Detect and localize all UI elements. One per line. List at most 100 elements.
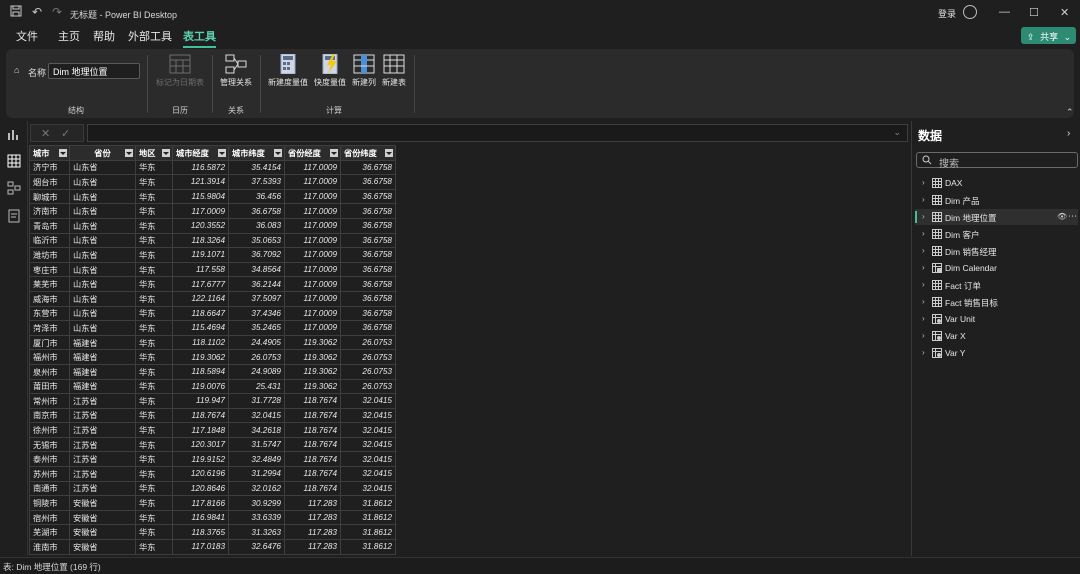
filter-dropdown-icon[interactable] — [385, 149, 393, 157]
table-cell[interactable]: 119.9152 — [172, 451, 229, 468]
table-cell[interactable]: 118.5894 — [172, 363, 229, 380]
table-cell[interactable]: 枣庄市 — [29, 261, 70, 278]
field-list-item[interactable]: › Fact 订单 — [915, 277, 1078, 293]
table-cell[interactable]: 华东 — [135, 393, 173, 409]
table-cell[interactable]: 华东 — [135, 480, 173, 497]
table-cell[interactable]: 122.1164 — [172, 290, 229, 307]
table-cell[interactable]: 华东 — [135, 261, 173, 278]
table-cell[interactable]: 36.6758 — [228, 203, 285, 219]
new-column-button[interactable]: 新建列 — [349, 54, 379, 88]
table-cell[interactable]: 江苏省 — [69, 393, 136, 409]
table-cell[interactable]: 福建省 — [69, 349, 136, 365]
table-cell[interactable]: 36.6758 — [340, 174, 396, 190]
table-cell[interactable]: 26.0753 — [340, 378, 396, 395]
table-cell[interactable]: 华东 — [135, 203, 173, 219]
table-cell[interactable]: 江苏省 — [69, 422, 136, 438]
maximize-icon[interactable]: ☐ — [1029, 6, 1039, 19]
table-cell[interactable]: 江苏省 — [69, 480, 136, 497]
column-header[interactable]: 城市经度 — [172, 145, 229, 161]
chevron-right-icon[interactable]: › — [922, 178, 925, 187]
table-cell[interactable]: 33.6339 — [228, 509, 285, 526]
table-cell[interactable]: 24.9089 — [228, 363, 285, 380]
filter-dropdown-icon[interactable] — [125, 149, 133, 157]
table-cell[interactable]: 32.0415 — [340, 436, 396, 453]
table-cell[interactable]: 24.4905 — [228, 334, 285, 351]
table-cell[interactable]: 117.283 — [284, 509, 341, 526]
table-cell[interactable]: 31.8612 — [340, 539, 396, 555]
table-cell[interactable]: 119.0076 — [172, 378, 229, 395]
table-cell[interactable]: 36.083 — [228, 217, 285, 234]
menu-table-tools[interactable]: 表工具 — [183, 28, 216, 48]
table-cell[interactable]: 江苏省 — [69, 466, 136, 482]
minimize-icon[interactable]: — — [999, 6, 1010, 18]
table-row[interactable]: 厦门市 福建省 华东 118.1102 24.4905 119.3062 26.0753 — [29, 334, 396, 351]
table-cell[interactable]: 117.0183 — [172, 539, 229, 555]
table-cell[interactable]: 36.6758 — [340, 261, 396, 278]
table-cell[interactable]: 118.7674 — [284, 466, 341, 482]
table-row[interactable]: 徐州市 江苏省 华东 117.1848 34.2618 118.7674 32.0415 — [29, 422, 396, 438]
login-link[interactable]: 登录 — [938, 7, 956, 20]
table-row[interactable]: 威海市 山东省 华东 122.1164 37.5097 117.0009 36.6758 — [29, 290, 396, 307]
table-cell[interactable]: 潍坊市 — [29, 247, 70, 263]
table-cell[interactable]: 118.7674 — [284, 480, 341, 497]
table-cell[interactable]: 济宁市 — [29, 159, 70, 176]
table-cell[interactable]: 117.0009 — [172, 203, 229, 219]
table-cell[interactable]: 120.3017 — [172, 436, 229, 453]
table-row[interactable]: 淮南市 安徽省 华东 117.0183 32.6476 117.283 31.8612 — [29, 539, 396, 555]
table-cell[interactable]: 117.0009 — [284, 261, 341, 278]
table-row[interactable]: 烟台市 山东省 华东 121.3914 37.5393 117.0009 36.6758 — [29, 174, 396, 190]
table-cell[interactable]: 117.6777 — [172, 276, 229, 292]
table-cell[interactable]: 36.2144 — [228, 276, 285, 292]
table-cell[interactable]: 淮南市 — [29, 539, 70, 555]
table-cell[interactable]: 119.3062 — [284, 334, 341, 351]
table-row[interactable]: 菏泽市 山东省 华东 115.4694 35.2465 117.0009 36.6758 — [29, 320, 396, 336]
table-cell[interactable]: 26.0753 — [228, 349, 285, 365]
table-cell[interactable]: 119.947 — [172, 393, 229, 409]
filter-dropdown-icon[interactable] — [218, 149, 226, 157]
table-cell[interactable]: 华东 — [135, 232, 173, 249]
table-cell[interactable]: 华东 — [135, 422, 173, 438]
field-list-item[interactable]: › DAX — [915, 175, 1078, 191]
table-cell[interactable]: 铜陵市 — [29, 495, 70, 511]
table-cell[interactable]: 安徽省 — [69, 509, 136, 526]
column-header[interactable]: 省份经度 — [284, 145, 341, 161]
table-cell[interactable]: 37.4346 — [228, 305, 285, 322]
table-cell[interactable]: 福州市 — [29, 349, 70, 365]
table-cell[interactable]: 118.7674 — [284, 407, 341, 424]
field-list-item[interactable]: › Var X — [915, 328, 1078, 344]
table-cell[interactable]: 临沂市 — [29, 232, 70, 249]
table-cell[interactable]: 34.2618 — [228, 422, 285, 438]
table-row[interactable]: 莆田市 福建省 华东 119.0076 25.431 119.3062 26.0753 — [29, 378, 396, 395]
table-cell[interactable]: 120.3552 — [172, 217, 229, 234]
table-cell[interactable]: 118.7674 — [172, 407, 229, 424]
table-row[interactable]: 泉州市 福建省 华东 118.5894 24.9089 119.3062 26.0753 — [29, 363, 396, 380]
table-cell[interactable]: 华东 — [135, 509, 173, 526]
table-cell[interactable]: 36.6758 — [340, 305, 396, 322]
table-cell[interactable]: 山东省 — [69, 247, 136, 263]
table-cell[interactable]: 南京市 — [29, 407, 70, 424]
table-row[interactable]: 南京市 江苏省 华东 118.7674 32.0415 118.7674 32.0415 — [29, 407, 396, 424]
table-cell[interactable]: 烟台市 — [29, 174, 70, 190]
table-cell[interactable]: 华东 — [135, 539, 173, 555]
table-cell[interactable]: 东营市 — [29, 305, 70, 322]
table-row[interactable]: 莱芜市 山东省 华东 117.6777 36.2144 117.0009 36.6758 — [29, 276, 396, 292]
column-header[interactable]: 地区 — [135, 145, 173, 161]
table-cell[interactable]: 32.0415 — [340, 480, 396, 497]
table-cell[interactable]: 32.0415 — [340, 422, 396, 438]
table-cell[interactable]: 常州市 — [29, 393, 70, 409]
table-view-icon[interactable] — [7, 154, 21, 168]
table-cell[interactable]: 36.6758 — [340, 290, 396, 307]
table-row[interactable]: 临沂市 山东省 华东 118.3264 35.0653 117.0009 36.6758 — [29, 232, 396, 249]
column-header[interactable]: 城市纬度 — [228, 145, 285, 161]
menu-file[interactable]: 文件 — [16, 28, 38, 44]
table-cell[interactable]: 117.0009 — [284, 203, 341, 219]
table-cell[interactable]: 山东省 — [69, 276, 136, 292]
field-list-item[interactable]: › Var Y — [915, 345, 1078, 361]
table-cell[interactable]: 山东省 — [69, 203, 136, 219]
manage-relationships-button[interactable]: 管理关系 — [216, 54, 256, 88]
table-cell[interactable]: 31.7728 — [228, 393, 285, 409]
table-row[interactable]: 常州市 江苏省 华东 119.947 31.7728 118.7674 32.0415 — [29, 393, 396, 409]
new-table-button[interactable]: 新建表 — [379, 54, 409, 88]
table-row[interactable]: 潍坊市 山东省 华东 119.1071 36.7092 117.0009 36.6758 — [29, 247, 396, 263]
table-cell[interactable]: 31.8612 — [340, 509, 396, 526]
